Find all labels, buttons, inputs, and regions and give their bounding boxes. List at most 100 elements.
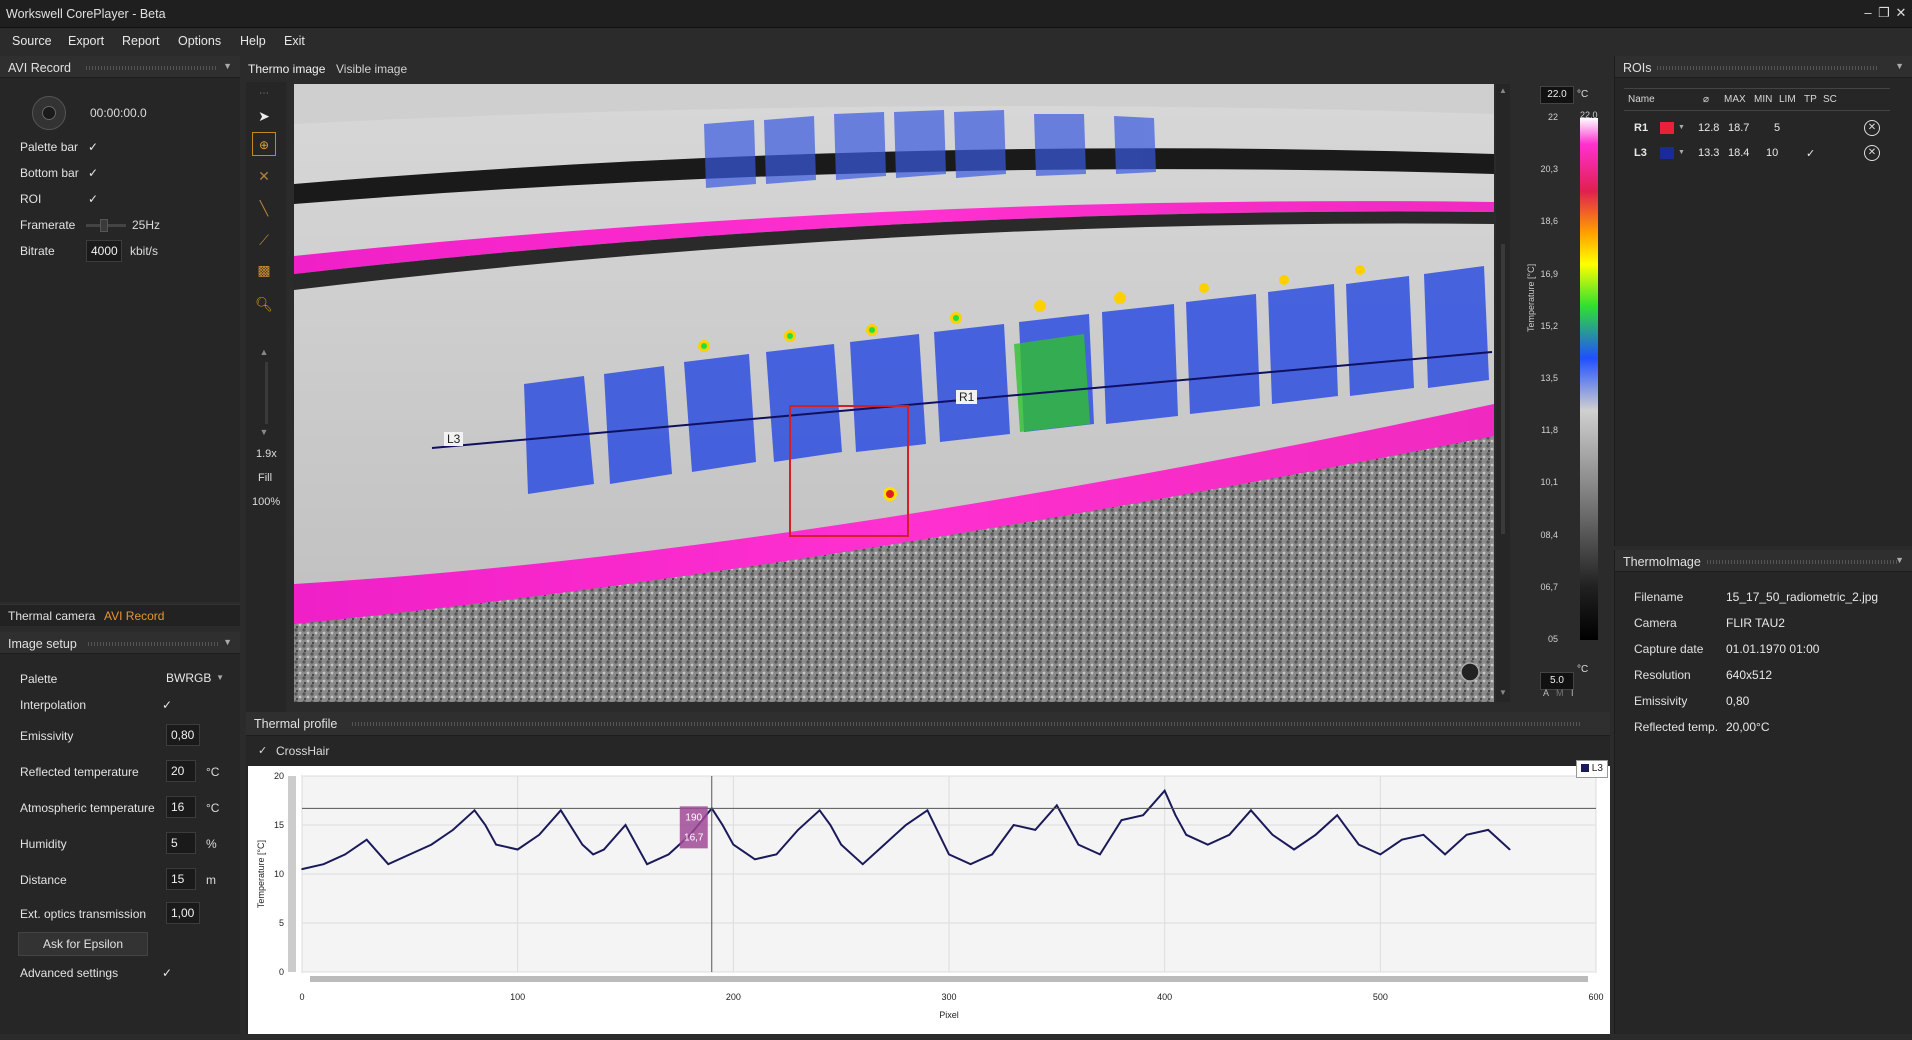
distance-label: Distance <box>20 873 67 887</box>
palette-select[interactable]: BWRGB ▼ <box>162 668 228 688</box>
roi-name-l3[interactable]: L3 <box>1634 147 1647 159</box>
menu-report[interactable]: Report <box>122 34 160 48</box>
crosshair-y-value: 16,7 <box>684 832 704 843</box>
ask-for-epsilon-button[interactable]: Ask for Epsilon <box>18 932 148 956</box>
roi-name-r1[interactable]: R1 <box>1634 122 1648 134</box>
distance-input[interactable]: 15 <box>166 868 196 890</box>
restore-button[interactable]: ❐ <box>1876 5 1892 21</box>
more-icon[interactable]: ⋯ <box>252 82 276 106</box>
chevron-down-icon[interactable]: ▼ <box>223 637 232 647</box>
info-camera-value: FLIR TAU2 <box>1726 616 1785 630</box>
zoom-factor: 1.9x <box>256 448 277 460</box>
info-reflected-value: 20,00°C <box>1726 720 1770 734</box>
data-point <box>473 809 476 812</box>
scrollbar-thumb[interactable] <box>1501 244 1505 534</box>
menu-exit[interactable]: Exit <box>284 34 305 48</box>
menu-help[interactable]: Help <box>240 34 266 48</box>
zoom-icon[interactable]: 🔍︎ <box>252 292 276 316</box>
data-point <box>1271 834 1274 836</box>
thermoimage-header: ThermoImage ▼ <box>1615 550 1912 572</box>
rois-col-lim[interactable]: LIM <box>1779 94 1796 105</box>
colorbar-max-input[interactable]: 22.0 <box>1540 86 1574 104</box>
rois-col-tp[interactable]: TP <box>1804 94 1817 105</box>
minimize-button[interactable]: – <box>1860 5 1876 21</box>
tab-avi-record[interactable]: AVI Record <box>104 609 164 623</box>
palette-bar-checkbox[interactable]: ✓ <box>88 140 98 154</box>
thermal-image-render <box>294 84 1494 702</box>
rois-col-max[interactable]: MAX <box>1724 94 1746 105</box>
rectangle-tool-icon[interactable]: ▩ <box>252 258 276 282</box>
polyline-tool-icon[interactable]: ⟋ <box>252 228 276 252</box>
chevron-down-icon[interactable]: ▼ <box>1678 124 1685 131</box>
reflected-temperature-input[interactable]: 20 <box>166 760 196 782</box>
data-point <box>1142 814 1144 816</box>
data-point <box>1444 853 1446 856</box>
scroll-up-icon[interactable]: ▲ <box>1499 86 1507 95</box>
data-point <box>797 829 799 831</box>
y-tick-label: 10 <box>274 869 284 879</box>
data-point <box>484 824 487 826</box>
colorbar-tick-label: 13,5 <box>1540 373 1558 383</box>
chevron-down-icon[interactable]: ▼ <box>1678 149 1685 156</box>
bottom-bar-checkbox[interactable]: ✓ <box>88 166 98 180</box>
roi-lim-l3[interactable]: 10 <box>1766 147 1778 159</box>
legend-label: L3 <box>1591 763 1603 774</box>
framerate-slider-handle[interactable] <box>100 219 108 232</box>
tab-visible-image[interactable]: Visible image <box>336 62 407 76</box>
advanced-settings-checkbox[interactable]: ✓ <box>162 966 172 980</box>
scroll-down-icon[interactable]: ▼ <box>1499 688 1507 697</box>
rois-col-min[interactable]: MIN <box>1754 94 1772 105</box>
tab-thermo-image[interactable]: Thermo image <box>248 62 325 76</box>
remove-roi-l3-icon[interactable]: ✕ <box>1864 145 1880 161</box>
tab-thermal-camera[interactable]: Thermal camera <box>8 609 95 623</box>
humidity-input[interactable]: 5 <box>166 832 196 854</box>
crosshair-checkbox[interactable]: ✓ <box>258 744 267 757</box>
thermal-image-scrollbar[interactable]: ▲ ▼ <box>1496 84 1510 702</box>
y-tick-label: 20 <box>274 771 284 781</box>
data-point <box>495 843 497 846</box>
rois-col-sc[interactable]: SC <box>1823 94 1837 105</box>
rois-col-avg[interactable]: ⌀ <box>1703 94 1709 105</box>
rois-col-name[interactable]: Name <box>1628 94 1655 105</box>
roi-color-l3[interactable] <box>1660 147 1674 159</box>
ext-optics-input[interactable]: 1,00 <box>166 902 200 924</box>
framerate-slider[interactable] <box>86 219 126 232</box>
chevron-down-icon[interactable]: ▼ <box>1895 61 1904 71</box>
roi-color-r1[interactable] <box>1660 122 1674 134</box>
data-point <box>1314 834 1317 836</box>
atmospheric-temperature-input[interactable]: 16 <box>166 796 196 818</box>
thermal-image[interactable]: L3 R1 <box>294 84 1494 702</box>
chevron-down-icon[interactable]: ▼ <box>223 61 232 71</box>
remove-roi-r1-icon[interactable]: ✕ <box>1864 120 1880 136</box>
profile-chart-area[interactable]: 0 100 200 300 400 500 600 0 5 10 15 20 Pixel Temperat… <box>248 766 1610 1034</box>
colorbar-top-label: 22.0 <box>1580 110 1598 120</box>
colorbar-info-button[interactable]: I <box>1571 688 1574 698</box>
emissivity-input[interactable]: 0,80 <box>166 724 200 746</box>
chevron-down-icon[interactable]: ▼ <box>1895 555 1904 565</box>
menu-export[interactable]: Export <box>68 34 104 48</box>
info-resolution-label: Resolution <box>1634 668 1691 682</box>
data-point <box>1034 829 1037 831</box>
roi-tp-l3-checkbox[interactable]: ✓ <box>1806 147 1815 160</box>
crosshair-icon[interactable]: ✕ <box>252 164 276 188</box>
interpolation-label: Interpolation <box>20 698 87 712</box>
roi-checkbox[interactable]: ✓ <box>88 192 98 206</box>
zoom-down-icon[interactable]: ▼ <box>252 420 276 444</box>
colorbar-axis-label: Temperature [°C] <box>1526 263 1536 332</box>
colorbar-auto-button[interactable]: A <box>1543 688 1549 698</box>
menu-source[interactable]: Source <box>12 34 52 48</box>
bitrate-input[interactable]: 4000 <box>86 240 122 262</box>
interpolation-checkbox[interactable]: ✓ <box>162 698 172 712</box>
roi-lim-r1[interactable]: 5 <box>1774 122 1780 134</box>
line-tool-icon[interactable]: ╲ <box>252 196 276 220</box>
fill-button[interactable]: Fill <box>258 472 272 484</box>
zoom-slider[interactable] <box>265 362 268 424</box>
close-button[interactable]: ✕ <box>1893 5 1909 21</box>
colorbar-tick-label: 11,8 <box>1541 425 1558 436</box>
record-button[interactable] <box>32 96 66 130</box>
pointer-icon[interactable]: ➤ <box>252 104 276 128</box>
spot-tool-icon[interactable]: ⊕ <box>252 132 276 156</box>
menu-options[interactable]: Options <box>178 34 221 48</box>
colorbar-manual-button[interactable]: M <box>1556 688 1564 698</box>
zoom-up-icon[interactable]: ▲ <box>252 340 276 364</box>
